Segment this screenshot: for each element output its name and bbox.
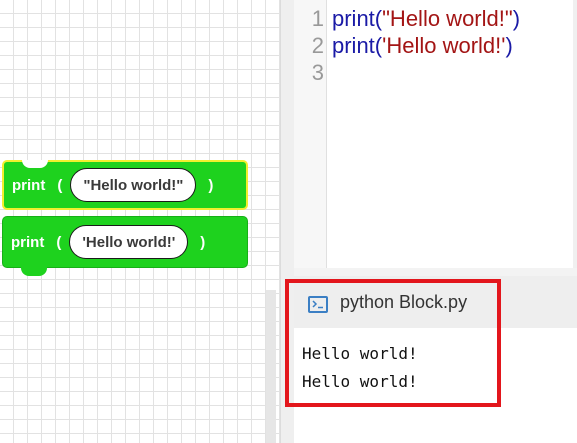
block-keyword: print [12, 176, 46, 194]
block-row: print ( 'Hello world!' ) [11, 217, 205, 267]
block-row: print ( "Hello world!" ) [12, 162, 213, 208]
code-line[interactable]: 3 [294, 60, 332, 86]
code-function: print [332, 6, 375, 31]
editor-scrollbar[interactable] [573, 0, 577, 268]
print-block-2[interactable]: print ( 'Hello world!' ) [2, 216, 248, 276]
code-function: print [332, 33, 375, 58]
code-line[interactable]: 1 print ( "Hello world!" ) [294, 6, 520, 32]
code-paren: ( [374, 33, 383, 58]
line-number: 2 [311, 33, 324, 58]
block-open-paren: ( [56, 233, 62, 251]
block-bottom-notch [21, 267, 47, 276]
block-close-paren: ) [200, 233, 206, 251]
block-keyword: print [11, 233, 45, 251]
block-workspace[interactable]: print ( "Hello world!" ) print ( 'Hello … [0, 0, 280, 443]
code-line[interactable]: 2 print ( 'Hello world!' ) [294, 33, 513, 59]
code-editor[interactable]: 1 print ( "Hello world!" ) 2 print ( 'He… [294, 0, 577, 268]
block-open-paren: ( [57, 176, 63, 194]
line-number: 3 [311, 60, 324, 85]
line-number: 1 [311, 6, 324, 31]
string-literal-input[interactable]: 'Hello world!' [69, 225, 189, 259]
block-close-paren: ) [208, 176, 214, 194]
workspace-scrollbar[interactable] [266, 290, 276, 443]
code-paren: ( [374, 6, 383, 31]
string-literal-input[interactable]: "Hello world!" [70, 168, 197, 202]
print-block-1[interactable]: print ( "Hello world!" ) [2, 160, 248, 210]
output-highlight-frame [285, 279, 501, 407]
code-string: "Hello world!" [382, 6, 513, 31]
code-string: 'Hello world!' [382, 33, 506, 58]
code-paren: ) [512, 6, 521, 31]
panel-separator [294, 268, 577, 276]
code-paren: ) [505, 33, 513, 58]
